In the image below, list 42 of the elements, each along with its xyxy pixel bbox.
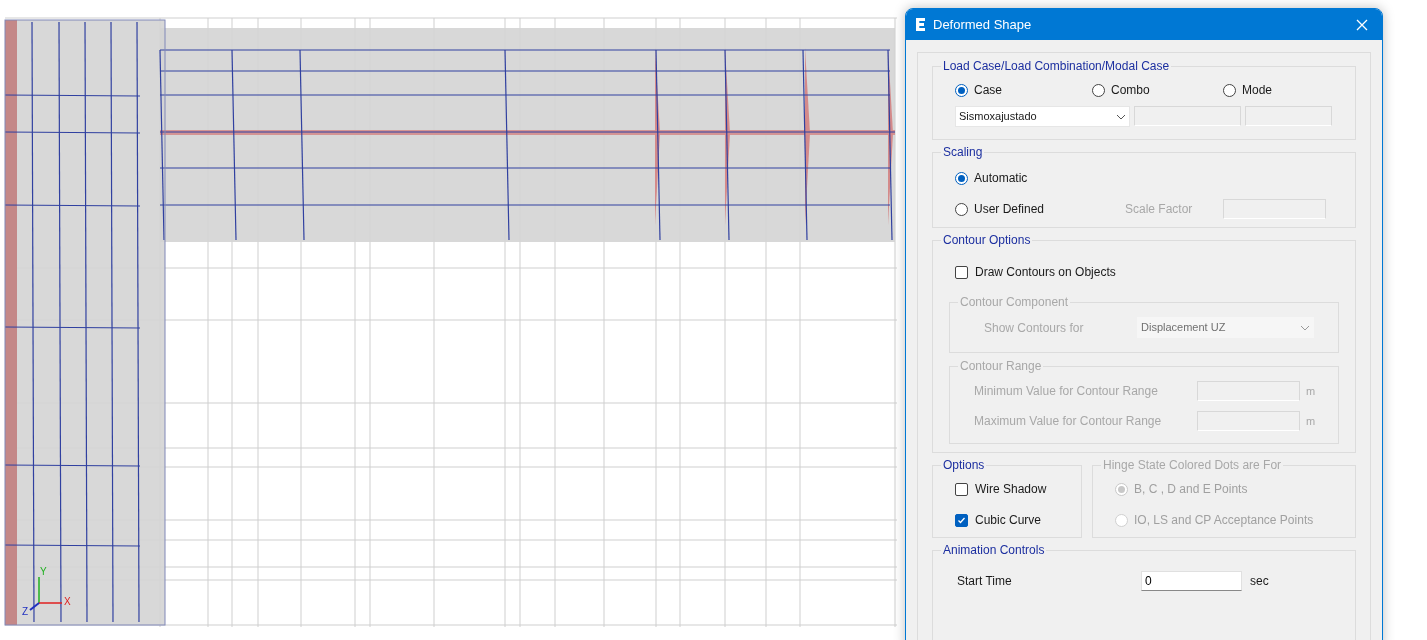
text-field[interactable] [1197,381,1300,401]
unit-label: m [1306,413,1316,429]
group-legend: Contour Range [958,357,1044,375]
group-legend: Animation Controls [941,541,1047,559]
group-legend: Contour Options [941,231,1033,249]
checkbox-option[interactable]: Draw Contours on Objects [955,263,1345,281]
field-label: Maximum Value for Contour Range [974,413,1163,430]
unit-label: sec [1250,573,1269,590]
text-field[interactable] [1223,199,1326,219]
axis-triad-icon [29,576,63,611]
app-logo-icon [916,18,925,31]
text-field[interactable] [1245,106,1332,126]
text-field[interactable] [1134,106,1241,126]
dropdown-value: Sismoxajustado [959,109,1037,125]
chevron-down-icon [1116,113,1126,120]
axis-label: Z [22,606,29,617]
axis-label: Y [40,566,47,577]
axis-label: X [64,596,71,607]
scale-factor-label: Scale Factor [1125,201,1194,218]
radio-option[interactable]: Combo [1092,81,1223,99]
radio-option[interactable]: Case [955,81,1092,99]
group-legend: Scaling [941,143,985,161]
dropdown-value: Displacement UZ [1141,320,1226,336]
field-label: Minimum Value for Contour Range [974,383,1159,400]
checkbox-option[interactable]: Cubic Curve [955,511,1071,529]
unit-label: m [1306,383,1316,399]
checkbox-option[interactable]: Wire Shadow [955,480,1071,498]
close-icon [1356,18,1368,31]
text-field[interactable]: 0 [1141,571,1242,591]
group-legend: Options [941,456,987,474]
group-legend: Load Case/Load Combination/Modal Case [941,57,1172,75]
field-label: Show Contours for [984,319,1085,337]
radio-option[interactable]: User Defined [955,200,1125,218]
group-legend: Hinge State Colored Dots are For [1101,456,1284,474]
case-dropdown[interactable]: Sismoxajustado [955,106,1130,127]
window-title: Deformed Shape [933,15,1032,34]
field-label: Start Time [957,573,1013,590]
text-field[interactable] [1197,411,1300,431]
chevron-down-icon [1300,324,1310,331]
group-legend: Contour Component [958,293,1071,311]
radio-option[interactable]: Automatic [955,169,1345,187]
radio-option[interactable]: Mode [1223,81,1345,99]
